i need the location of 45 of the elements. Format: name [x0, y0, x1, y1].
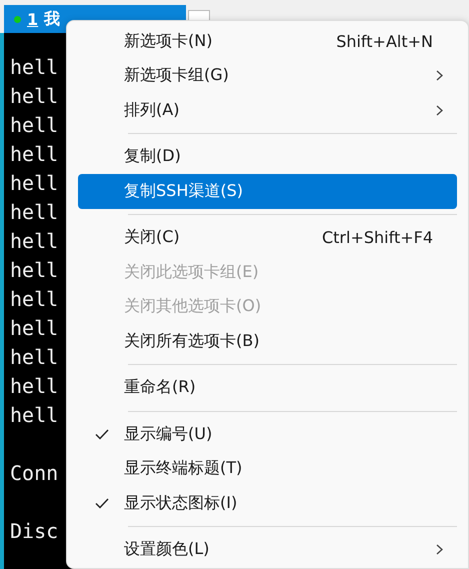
- menu-item[interactable]: 排列(A): [78, 93, 457, 128]
- terminal-line: Disc: [10, 518, 58, 545]
- menu-item-label: 复制SSH渠道(S): [124, 180, 244, 202]
- terminal-line: hell: [10, 141, 58, 168]
- tab-title: 我: [44, 8, 60, 30]
- status-dot: [14, 16, 21, 22]
- terminal-line: hell: [10, 112, 58, 139]
- terminal-line: hell: [10, 257, 58, 284]
- menu-item[interactable]: 复制SSH渠道(S): [78, 174, 457, 208]
- menu-item-label: 显示编号(U): [124, 424, 214, 445]
- menu-item-label: 关闭(C): [124, 227, 181, 248]
- menu-item[interactable]: 重命名(R): [78, 370, 457, 405]
- menu-item-label: 显示状态图标(I): [124, 492, 238, 514]
- menu-item-label: 关闭所有选项卡(B): [124, 330, 260, 352]
- menu-item-label: 复制(D): [124, 146, 182, 168]
- shortcut-text: Ctrl+Shift+F4: [322, 228, 433, 248]
- menu-item-label: 关闭此选项卡组(E): [124, 262, 260, 283]
- menu-item[interactable]: 显示终端标题(T): [78, 452, 457, 486]
- menu-item[interactable]: 设置颜色(L): [78, 532, 457, 567]
- shortcut-text: Shift+Alt+N: [336, 32, 433, 51]
- terminal-line: hell: [10, 54, 58, 81]
- terminal-line: hell: [10, 344, 58, 371]
- menu-item-label: 新选项卡组(G): [124, 65, 230, 86]
- menu-item[interactable]: 显示编号(U): [78, 417, 457, 452]
- tab-number: 1: [27, 10, 38, 28]
- menu-item[interactable]: 关闭所有选项卡(B): [78, 324, 457, 358]
- menu-item[interactable]: 显示状态图标(I): [78, 486, 457, 520]
- menu-item[interactable]: 新选项卡组(G): [78, 58, 457, 93]
- terminal-line: hell: [10, 170, 58, 197]
- menu-item-label: 重命名(R): [124, 377, 197, 398]
- menu-item[interactable]: 复制(D): [78, 140, 457, 174]
- terminal-line: hell: [10, 286, 58, 313]
- terminal-line: hell: [10, 315, 58, 342]
- terminal-line: hell: [10, 228, 58, 255]
- terminal-line: Conn: [10, 460, 58, 487]
- menu-item-label: 显示终端标题(T): [124, 458, 244, 480]
- terminal-line: hell: [10, 83, 58, 110]
- terminal-line: hell: [10, 199, 58, 226]
- terminal-line: hell: [10, 373, 58, 400]
- menu-item-label: 设置颜色(L): [124, 539, 210, 560]
- menu-item-label: 关闭其他选项卡(O): [124, 296, 262, 318]
- menu-item[interactable]: 关闭(C) Ctrl+Shift+F4: [78, 220, 457, 255]
- menu-item-label: 排列(A): [124, 100, 180, 121]
- menu-item-label: 新选项卡(N): [124, 30, 214, 52]
- terminal-line: hell: [10, 402, 58, 429]
